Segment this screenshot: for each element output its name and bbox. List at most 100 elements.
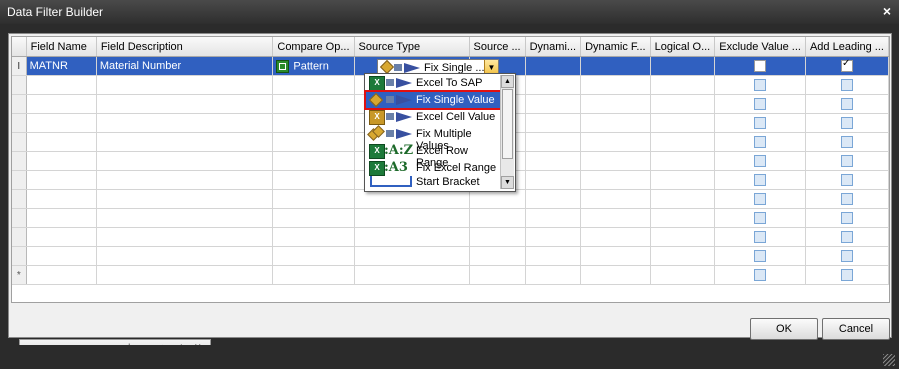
grid-cell[interactable] [272,94,355,114]
grid-cell[interactable] [580,246,651,266]
grid-cell[interactable] [650,208,716,228]
grid-cell[interactable] [354,227,470,247]
grid-cell[interactable] [714,132,806,152]
grid-cell[interactable] [714,189,806,209]
exclude-value-checkbox[interactable] [754,250,767,263]
exclude-value-checkbox[interactable] [754,269,767,282]
grid-cell[interactable] [96,170,274,190]
grid-cell[interactable] [714,246,806,266]
exclude-value-checkbox[interactable] [754,117,767,130]
grid-cell[interactable] [805,246,889,266]
dropdown-item-excel-cell-value[interactable]: X Excel Cell Value [366,109,500,125]
grid-cell[interactable] [714,170,806,190]
grid-cell[interactable] [525,265,582,285]
cell-dynami[interactable] [525,56,582,76]
exclude-value-checkbox[interactable] [754,98,767,111]
col-header-exclude-value[interactable]: Exclude Value ... [714,37,806,57]
grid-cell[interactable] [354,246,470,266]
col-header-add-leading[interactable]: Add Leading ... [805,37,889,57]
exclude-value-checkbox[interactable] [754,231,767,244]
grid-cell[interactable] [805,208,889,228]
grid-cell[interactable] [580,265,651,285]
grid-cell[interactable] [580,94,651,114]
col-header-source[interactable]: Source ... [469,37,526,57]
grid-cell[interactable] [580,75,651,95]
grid-cell[interactable] [96,132,274,152]
grid-cell[interactable] [272,265,355,285]
grid-cell[interactable] [805,265,889,285]
new-row[interactable]: * [12,265,889,285]
col-header-field-description[interactable]: Field Description [96,37,274,57]
grid-cell[interactable] [96,246,274,266]
add-leading-checkbox[interactable] [840,117,853,130]
grid-cell[interactable] [580,170,651,190]
resize-grip-icon[interactable] [883,354,895,366]
grid-cell[interactable] [272,189,355,209]
grid-cell[interactable] [650,113,716,133]
add-leading-checkbox[interactable] [840,79,853,92]
grid-cell[interactable] [525,113,582,133]
grid-cell[interactable] [650,170,716,190]
grid-cell[interactable] [805,75,889,95]
col-header-logical-o[interactable]: Logical O... [650,37,716,57]
grid-cell[interactable] [580,208,651,228]
grid-cell[interactable] [525,208,582,228]
grid-cell[interactable] [272,132,355,152]
table-row[interactable] [12,227,889,247]
grid-cell[interactable] [469,265,526,285]
grid-cell[interactable] [525,246,582,266]
grid-cell[interactable] [96,94,274,114]
grid-cell[interactable] [805,151,889,171]
add-leading-checkbox[interactable] [840,58,853,73]
grid-cell[interactable] [525,75,582,95]
grid-cell[interactable] [650,151,716,171]
grid-cell[interactable] [96,227,274,247]
grid-cell[interactable] [525,94,582,114]
grid-cell[interactable] [650,94,716,114]
grid-cell[interactable] [469,208,526,228]
grid-cell[interactable] [272,151,355,171]
exclude-value-checkbox[interactable] [754,60,767,73]
grid-cell[interactable] [354,189,470,209]
grid-cell[interactable] [26,113,97,133]
dropdown-item-start-bracket[interactable]: Start Bracket [366,174,500,190]
grid-cell[interactable] [96,151,274,171]
grid-cell[interactable] [650,227,716,247]
grid-cell[interactable] [96,75,274,95]
grid-cell[interactable] [650,246,716,266]
dropdown-item-fix-multiple-values[interactable]: Fix Multiple Values [366,125,500,152]
grid-cell[interactable] [805,189,889,209]
grid-cell[interactable] [272,208,355,228]
col-header-dynami[interactable]: Dynami... [525,37,582,57]
exclude-value-checkbox[interactable] [754,136,767,149]
cell-exclude-value[interactable] [714,56,806,76]
grid-cell[interactable] [714,227,806,247]
grid-cell[interactable] [525,170,582,190]
exclude-value-checkbox[interactable] [754,174,767,187]
grid-cell[interactable] [650,132,716,152]
grid-cell[interactable] [525,189,582,209]
grid-cell[interactable] [272,113,355,133]
cell-add-leading[interactable] [805,56,889,76]
grid-cell[interactable] [650,75,716,95]
scroll-down-icon[interactable]: ▼ [501,176,514,189]
grid-cell[interactable] [26,94,97,114]
title-bar[interactable]: Data Filter Builder × [0,0,899,24]
grid-cell[interactable] [272,170,355,190]
table-row[interactable] [12,246,889,266]
cell-field-description[interactable]: Material Number [96,56,274,76]
grid-cell[interactable] [805,170,889,190]
grid-cell[interactable] [525,151,582,171]
grid-cell[interactable] [26,151,97,171]
grid-cell[interactable] [714,151,806,171]
grid-cell[interactable] [26,189,97,209]
grid-cell[interactable] [26,170,97,190]
grid-cell[interactable] [714,208,806,228]
add-leading-checkbox[interactable] [840,250,853,263]
grid-cell[interactable] [805,227,889,247]
grid-cell[interactable] [714,94,806,114]
grid-cell[interactable] [805,94,889,114]
exclude-value-checkbox[interactable] [754,212,767,225]
grid-cell[interactable] [650,265,716,285]
grid-cell[interactable] [714,265,806,285]
